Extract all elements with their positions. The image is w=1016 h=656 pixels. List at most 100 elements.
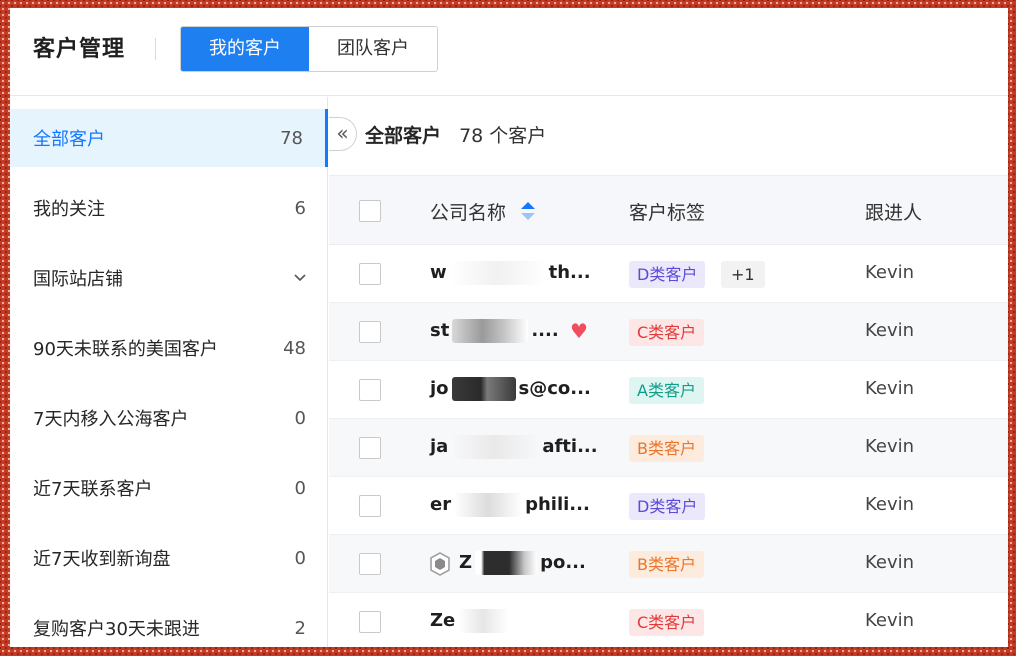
collapse-sidebar-button[interactable]: « — [329, 117, 357, 151]
company-name-end: phili... — [525, 494, 590, 515]
favorite-heart-icon[interactable]: ♥ — [570, 319, 588, 343]
sidebar-item-label: 近7天联系客户 — [33, 479, 153, 500]
column-company-label: 公司名称 — [430, 202, 507, 224]
company-name[interactable]: Ze — [430, 609, 511, 633]
company-name-start: ja — [430, 436, 449, 457]
row-checkbox[interactable] — [359, 553, 381, 575]
company-name-end: th... — [548, 262, 591, 283]
sidebar-item-count: 0 — [294, 407, 306, 429]
company-name-end: .... — [531, 320, 559, 341]
sidebar-item-us-90days[interactable]: 90天未联系的美国客户 48 — [10, 319, 328, 377]
sidebar: 全部客户 78 我的关注 6 国际站店铺 90天未联系的美国客户 48 7天内移… — [10, 97, 328, 647]
company-name[interactable]: st.... — [430, 319, 559, 343]
row-checkbox[interactable] — [359, 263, 381, 285]
redacted-block — [451, 435, 540, 459]
double-chevron-left-icon: « — [336, 121, 349, 145]
redacted-block — [451, 377, 516, 401]
customer-tag: D类客户 — [629, 493, 706, 520]
owner-name: Kevin — [865, 436, 915, 457]
row-checkbox[interactable] — [359, 379, 381, 401]
sidebar-item-label: 近7天收到新询盘 — [33, 549, 171, 570]
column-owner: 跟进人 — [865, 202, 923, 224]
company-name-start: Ze — [430, 610, 456, 631]
customer-count: 78 个客户 — [459, 125, 547, 147]
column-company[interactable]: 公司名称 — [430, 198, 536, 227]
table-row[interactable]: st.... ♥ C类客户 Kevin — [329, 303, 1008, 361]
owner-name: Kevin — [865, 552, 915, 573]
sidebar-item-label: 我的关注 — [33, 199, 105, 220]
owner-name: Kevin — [865, 378, 915, 399]
customer-tag: C类客户 — [629, 609, 705, 636]
company-name[interactable]: ja afti... — [430, 435, 598, 459]
chevron-down-icon[interactable] — [294, 270, 306, 286]
company-name-start: Z — [459, 552, 473, 573]
redacted-block — [449, 261, 546, 285]
sidebar-item-count: 6 — [294, 197, 306, 219]
sort-icon[interactable] — [520, 200, 536, 227]
company-name-end: s@co... — [518, 378, 591, 399]
more-tags-badge[interactable]: +1 — [721, 261, 765, 288]
sidebar-item-repurchase-30days[interactable]: 复购客户30天未跟进 2 — [10, 599, 328, 647]
sidebar-item-label: 7天内移入公海客户 — [33, 409, 189, 430]
sidebar-item-public-pool-7days[interactable]: 7天内移入公海客户 0 — [10, 389, 328, 447]
row-checkbox[interactable] — [359, 495, 381, 517]
redacted-block — [452, 319, 529, 343]
company-name-start: w — [430, 262, 447, 283]
company-name-start: jo — [430, 378, 449, 399]
company-name-end: po... — [540, 552, 586, 573]
customer-tag: A类客户 — [629, 377, 704, 404]
table-row[interactable]: ja afti... B类客户 Kevin — [329, 419, 1008, 477]
owner-name: Kevin — [865, 262, 915, 283]
table-row[interactable]: er phili... D类客户 Kevin — [329, 477, 1008, 535]
breadcrumb-title: 全部客户 — [365, 125, 442, 147]
redacted-block — [458, 609, 509, 633]
row-checkbox[interactable] — [359, 437, 381, 459]
sidebar-item-count: 48 — [283, 337, 306, 359]
company-name[interactable]: er phili... — [430, 493, 590, 517]
table-row[interactable]: Ze C类客户 Kevin — [329, 593, 1008, 647]
table-row[interactable]: w th... D类客户 +1 Kevin — [329, 245, 1008, 303]
company-name[interactable]: w th... — [430, 261, 591, 285]
header: 客户管理 我的客户 团队客户 — [10, 8, 1008, 96]
owner-name: Kevin — [865, 494, 915, 515]
page-title: 客户管理 — [33, 37, 126, 62]
sidebar-item-label: 国际站店铺 — [33, 269, 123, 290]
customer-list-panel: « 全部客户 78 个客户 公司名称 客户标签 跟进人 w th... D类客户 — [329, 97, 1008, 647]
select-all-checkbox[interactable] — [359, 200, 381, 222]
sidebar-item-new-inquiry-7days[interactable]: 近7天收到新询盘 0 — [10, 529, 328, 587]
company-name-start: st — [430, 320, 450, 341]
sidebar-item-label: 复购客户30天未跟进 — [33, 619, 200, 640]
column-tags: 客户标签 — [629, 202, 706, 224]
customer-tag: B类客户 — [629, 435, 704, 462]
sidebar-item-contacted-7days[interactable]: 近7天联系客户 0 — [10, 459, 328, 517]
tab-team-customers[interactable]: 团队客户 — [309, 27, 437, 71]
customer-tag: C类客户 — [629, 319, 705, 346]
company-name-start: er — [430, 494, 452, 515]
table-row[interactable]: Zpo... B类客户 Kevin — [329, 535, 1008, 593]
verified-shield-icon — [429, 552, 451, 576]
sidebar-item-following[interactable]: 我的关注 6 — [10, 179, 328, 237]
customer-tag: B类客户 — [629, 551, 704, 578]
sidebar-item-all-customers[interactable]: 全部客户 78 — [10, 109, 328, 167]
row-checkbox[interactable] — [359, 611, 381, 633]
table-row[interactable]: jo s@co... A类客户 Kevin — [329, 361, 1008, 419]
crm-window: 客户管理 我的客户 团队客户 全部客户 78 我的关注 6 国际站店铺 90天未… — [10, 8, 1008, 647]
redacted-block — [454, 493, 523, 517]
owner-name: Kevin — [865, 610, 915, 631]
customer-scope-tabs: 我的客户 团队客户 — [180, 26, 438, 72]
sidebar-item-count: 2 — [294, 617, 306, 639]
sidebar-item-count: 78 — [280, 127, 303, 149]
tab-my-customers[interactable]: 我的客户 — [181, 27, 309, 71]
row-checkbox[interactable] — [359, 321, 381, 343]
sidebar-item-count: 0 — [294, 477, 306, 499]
breadcrumb: 全部客户 78 个客户 — [365, 121, 546, 148]
table-header: 公司名称 客户标签 跟进人 — [329, 175, 1008, 245]
sidebar-item-label: 90天未联系的美国客户 — [33, 339, 218, 360]
company-name-end: afti... — [542, 436, 598, 457]
redacted-block — [475, 551, 538, 575]
sidebar-item-label: 全部客户 — [33, 129, 105, 150]
company-name[interactable]: jo s@co... — [430, 377, 591, 401]
customer-tag: D类客户 — [629, 261, 706, 288]
sidebar-item-intl-stores[interactable]: 国际站店铺 — [10, 249, 328, 307]
company-name[interactable]: Zpo... — [459, 551, 586, 575]
